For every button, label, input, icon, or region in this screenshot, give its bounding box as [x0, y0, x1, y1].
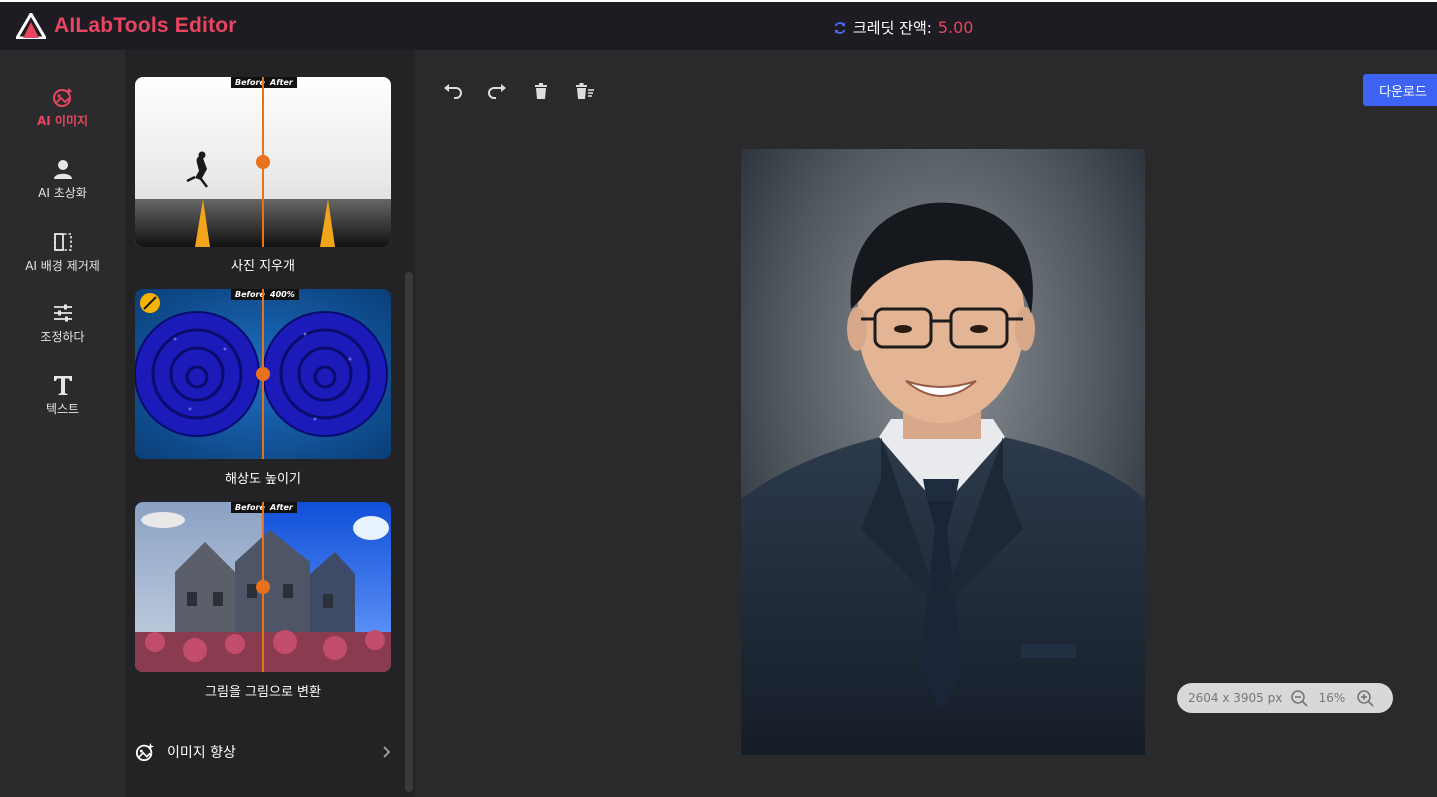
undo-icon	[444, 84, 462, 99]
image-enhance-item[interactable]: 이미지 향상	[135, 740, 391, 764]
nav-label: 텍스트	[45, 402, 80, 416]
download-button[interactable]: 다운로드	[1363, 74, 1437, 106]
credit-label: 크레딧 잔액:	[853, 19, 932, 37]
card-label: 그림을 그림으로 변환	[205, 685, 321, 700]
panel-scrollbar[interactable]	[405, 272, 413, 792]
credit-value: 5.00	[937, 18, 974, 37]
delete-button[interactable]	[528, 78, 554, 104]
after-tag: After	[266, 77, 297, 88]
nav-item-ai-portrait[interactable]: AI 초상화	[0, 158, 125, 201]
feature-panel: Before After 사진 지우개 Before 400% 해상도 높이기 …	[125, 50, 415, 797]
card-upscale[interactable]: Before 400%	[135, 289, 391, 459]
card-image-convert[interactable]: Before After	[135, 502, 391, 672]
nav-label: 조정하다	[40, 330, 85, 344]
zoom-percentage: 16%	[1318, 691, 1346, 705]
left-nav: AI 이미지 AI 초상화 AI 배경 제거제 조정하다 텍스트	[0, 50, 125, 797]
ai-image-icon	[52, 87, 73, 107]
nav-label: AI 배경 제거제	[25, 259, 100, 273]
ai-enhance-icon	[135, 742, 155, 762]
chevron-right-icon	[383, 746, 391, 758]
nav-item-background-remover[interactable]: AI 배경 제거제	[0, 231, 125, 274]
credit-balance: 크레딧 잔액: 5.00	[833, 17, 973, 38]
upscale-percent-tag: 400%	[266, 289, 299, 300]
app-logo-icon	[16, 13, 46, 39]
redo-icon	[488, 84, 506, 99]
zoom-out-button[interactable]	[1288, 687, 1310, 709]
background-remove-icon	[53, 233, 72, 251]
nav-item-ai-image[interactable]: AI 이미지	[0, 86, 125, 129]
delete-all-button[interactable]	[572, 78, 598, 104]
image-dimensions: 2604 x 3905 px	[1188, 691, 1283, 705]
delete-all-icon	[576, 83, 594, 99]
adjust-sliders-icon	[53, 304, 72, 322]
redo-button[interactable]	[484, 78, 510, 104]
top-bar: AILabTools Editor 크레딧 잔액: 5.00	[0, 0, 1437, 50]
compare-handle-icon[interactable]	[256, 155, 270, 169]
editor-toolbar	[440, 78, 598, 104]
delete-icon	[535, 83, 547, 99]
card-label: 사진 지우개	[231, 259, 295, 274]
after-tag: After	[266, 502, 297, 513]
nav-label: AI 초상화	[38, 186, 87, 200]
zoom-in-icon	[1357, 690, 1374, 707]
canvas-image[interactable]	[741, 149, 1145, 755]
portrait-icon	[53, 160, 72, 179]
zoom-out-icon	[1291, 690, 1308, 707]
undo-button[interactable]	[440, 78, 466, 104]
nav-label: AI 이미지	[36, 114, 89, 128]
image-enhance-label: 이미지 향상	[167, 745, 236, 761]
compare-handle-icon[interactable]	[256, 580, 270, 594]
text-icon	[53, 376, 72, 395]
zoom-bar: 2604 x 3905 px 16%	[1177, 683, 1393, 713]
compare-handle-icon[interactable]	[256, 367, 270, 381]
refresh-icon[interactable]	[833, 21, 847, 35]
nav-item-adjust[interactable]: 조정하다	[0, 302, 125, 345]
app-title: AILabTools Editor	[54, 14, 237, 37]
card-label: 해상도 높이기	[225, 472, 301, 487]
nav-item-text[interactable]: 텍스트	[0, 374, 125, 417]
zoom-in-button[interactable]	[1354, 687, 1376, 709]
card-photo-eraser[interactable]: Before After	[135, 77, 391, 247]
